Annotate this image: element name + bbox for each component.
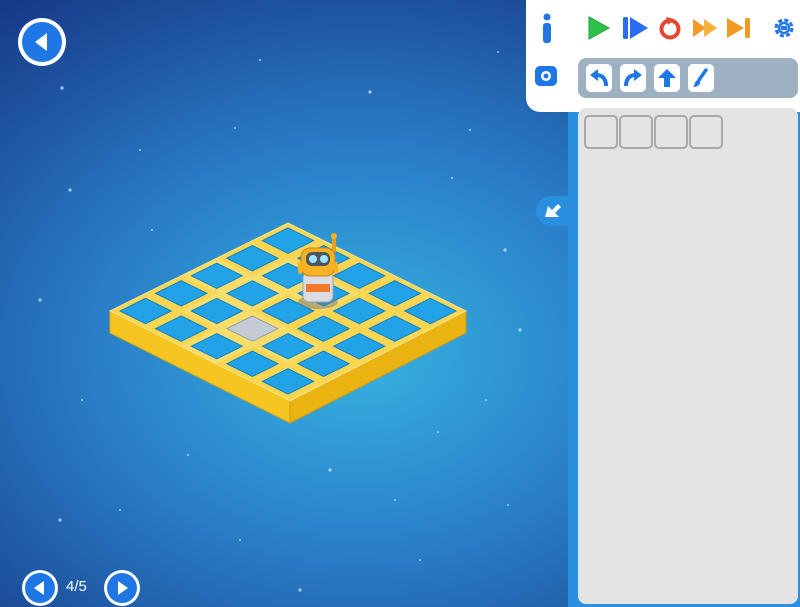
skip-to-end-button[interactable] [724,14,754,47]
next-level-button[interactable] [104,570,140,606]
camera-icon [535,66,557,86]
star [507,504,509,506]
play-button[interactable] [584,14,612,47]
star [298,588,302,592]
program-slot[interactable] [689,115,723,149]
star [234,127,236,129]
star [239,539,241,541]
star [518,328,522,332]
play-icon [588,16,611,40]
level-indicator: 4/5 [66,578,87,595]
star [58,518,62,522]
command-turn-right[interactable] [620,64,646,92]
reset-icon [659,17,681,40]
settings-button[interactable] [772,16,796,45]
star [38,298,42,302]
previous-level-icon [25,573,55,603]
star [68,188,72,192]
collapse-panel-button[interactable] [536,196,570,226]
command-turn-left[interactable] [586,64,612,92]
reset-button[interactable] [656,14,684,47]
star [81,399,83,401]
command-move-forward[interactable] [654,64,680,92]
step-icon [623,17,648,39]
info-button[interactable] [538,12,556,44]
star [139,149,141,151]
collapse-arrow-icon [545,204,561,217]
move-forward-icon [658,69,676,87]
program-slot[interactable] [654,115,688,149]
program-slot[interactable] [619,115,653,149]
program-area[interactable] [578,108,798,604]
star [151,229,153,231]
star [469,129,471,131]
star [451,177,453,179]
star [328,468,332,472]
turn-left-icon [590,69,608,87]
star [503,248,507,252]
star [394,499,396,501]
star [259,59,261,61]
gear-icon [774,18,794,38]
fast-forward-icon [693,19,717,37]
program-slot[interactable] [584,115,618,149]
paint-brush-icon [693,68,708,87]
info-icon [543,13,551,43]
back-button[interactable] [18,18,66,66]
camera-button[interactable] [533,64,559,88]
star [187,454,189,456]
step-button[interactable] [620,14,650,47]
turn-right-icon [624,69,642,87]
star [497,51,499,53]
star [485,399,487,401]
star [119,509,121,511]
fast-forward-button[interactable] [690,14,722,47]
star [368,90,372,94]
previous-level-button[interactable] [22,570,58,606]
star [419,559,421,561]
next-level-icon [107,573,137,603]
star [437,431,439,433]
back-arrow-icon [22,22,62,62]
command-paint[interactable] [688,64,714,92]
skip-to-end-icon [727,18,750,38]
star [60,86,64,90]
